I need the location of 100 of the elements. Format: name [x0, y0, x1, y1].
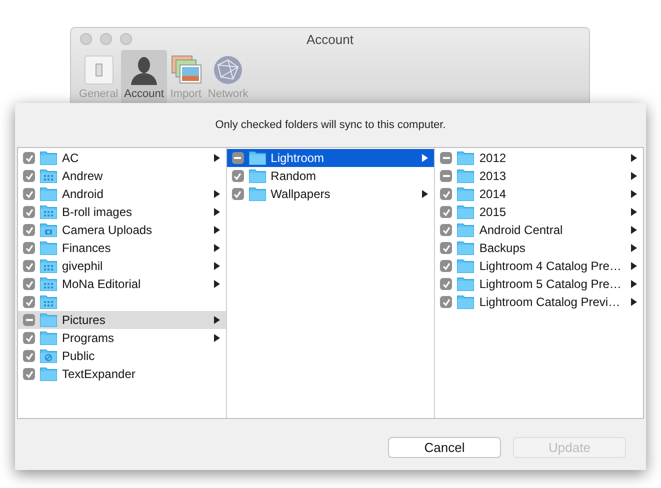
- folder-name: Lightroom 4 Catalog Pre…: [479, 259, 622, 273]
- checkbox[interactable]: [23, 260, 35, 272]
- camera-folder-icon: [40, 223, 57, 237]
- folder-row[interactable]: Lightroom 4 Catalog Pre…: [435, 257, 644, 275]
- checkbox[interactable]: [440, 260, 452, 272]
- checkbox[interactable]: [440, 152, 452, 164]
- app-folder-icon: [40, 295, 57, 309]
- window-title: Account: [306, 32, 354, 46]
- checkbox[interactable]: [440, 242, 452, 254]
- folder-name: 2015: [479, 205, 508, 219]
- checkbox[interactable]: [232, 170, 244, 182]
- folder-row[interactable]: MoNa Editorial: [18, 275, 226, 293]
- folder-row[interactable]: givephil: [18, 257, 226, 275]
- folder-icon: [457, 187, 474, 201]
- folder-row[interactable]: Public: [18, 347, 226, 365]
- folder-name: MoNa Editorial: [62, 277, 142, 291]
- checkbox[interactable]: [23, 152, 35, 164]
- globe-icon: [213, 55, 244, 85]
- checkbox[interactable]: [23, 314, 35, 326]
- checkbox[interactable]: [440, 278, 452, 290]
- folder-icon: [40, 151, 57, 165]
- checkbox[interactable]: [23, 350, 35, 362]
- folder-name: Camera Uploads: [62, 223, 154, 237]
- checkbox[interactable]: [440, 188, 452, 200]
- folder-icon: [457, 223, 474, 237]
- folder-row[interactable]: Lightroom 5 Catalog Pre…: [435, 275, 644, 293]
- folder-name: Finances: [62, 241, 112, 255]
- folder-name: Lightroom 5 Catalog Pre…: [479, 277, 622, 291]
- folder-row[interactable]: Wallpapers: [226, 185, 434, 203]
- folder-icon: [457, 259, 474, 273]
- folder-row[interactable]: Camera Uploads: [18, 221, 226, 239]
- folder-icon: [40, 241, 57, 255]
- photos-icon: [170, 55, 202, 85]
- checkbox[interactable]: [440, 296, 452, 308]
- folder-name: 2012: [479, 151, 508, 165]
- folder-name: AC: [62, 151, 80, 165]
- folder-row[interactable]: Pictures: [18, 311, 226, 329]
- folder-icon: [40, 367, 57, 381]
- checkbox[interactable]: [440, 224, 452, 236]
- folder-icon: [457, 277, 474, 291]
- folder-row[interactable]: 2014: [435, 185, 644, 203]
- toolbar-tab[interactable]: Account: [121, 50, 167, 103]
- folder-icon: [40, 331, 57, 345]
- folder-row[interactable]: Finances: [18, 239, 226, 257]
- folder-name: Wallpapers: [270, 187, 332, 201]
- checkbox[interactable]: [232, 188, 244, 200]
- folder-icon: [457, 295, 474, 309]
- folder-row[interactable]: 2013: [435, 167, 644, 185]
- folder-name: B-roll images: [62, 205, 134, 219]
- checkbox[interactable]: [23, 332, 35, 344]
- folder-row[interactable]: Programs: [18, 329, 226, 347]
- checkbox[interactable]: [440, 170, 452, 182]
- checkbox[interactable]: [440, 206, 452, 218]
- public-folder-icon: [40, 349, 57, 363]
- folder-name: Lightroom Catalog Previ…: [479, 295, 622, 309]
- folder-row[interactable]: 2012: [435, 149, 644, 167]
- checkbox[interactable]: [23, 278, 35, 290]
- checkbox[interactable]: [23, 242, 35, 254]
- folder-icon: [457, 151, 474, 165]
- folder-icon: [248, 169, 266, 183]
- folder-row[interactable]: Andrew: [18, 167, 226, 185]
- switch-icon: [84, 55, 114, 85]
- folder-row[interactable]: Lightroom Catalog Previ…: [435, 293, 644, 311]
- app-folder-icon: [40, 169, 57, 183]
- folder-icon: [457, 169, 474, 183]
- folder-name: Backups: [479, 241, 526, 255]
- checkbox[interactable]: [23, 170, 35, 182]
- folder-name: Programs: [62, 331, 116, 345]
- folder-icon: [248, 151, 266, 165]
- checkbox[interactable]: [23, 206, 35, 218]
- checkbox[interactable]: [232, 152, 244, 164]
- instruction-text: Only checked folders will sync to this computer.: [215, 118, 446, 133]
- app-folder-icon: [40, 277, 57, 291]
- user-silhouette-icon: [129, 55, 160, 85]
- folder-icon: [40, 313, 57, 327]
- checkbox[interactable]: [23, 224, 35, 236]
- folder-name: Lightroom: [270, 151, 326, 165]
- app-folder-icon: [40, 259, 57, 273]
- folder-row[interactable]: Backups: [435, 239, 644, 257]
- folder-name: Random: [270, 169, 318, 183]
- folder-name: 2014: [479, 187, 508, 201]
- folder-name: Pictures: [62, 313, 106, 327]
- cancel-button[interactable]: Cancel: [388, 437, 501, 458]
- folder-row[interactable]: Android Central: [435, 221, 644, 239]
- checkbox[interactable]: [23, 368, 35, 380]
- checkbox[interactable]: [23, 296, 35, 308]
- folder-row[interactable]: 2015: [435, 203, 644, 221]
- folder-row[interactable]: B-roll images: [18, 203, 226, 221]
- folder-name: Andrew: [62, 169, 104, 183]
- folder-icon: [457, 241, 474, 255]
- folder-icon: [457, 205, 474, 219]
- folder-row[interactable]: AC: [18, 149, 226, 167]
- folder-name: Android: [62, 187, 104, 201]
- checkbox[interactable]: [23, 188, 35, 200]
- folder-row[interactable]: TextExpander: [18, 365, 226, 383]
- folder-row[interactable]: Lightroom: [226, 149, 434, 167]
- folder-row[interactable]: Random: [226, 167, 434, 185]
- folder-name: TextExpander: [62, 367, 136, 381]
- folder-row[interactable]: Android: [18, 185, 226, 203]
- folder-icon: [40, 187, 57, 201]
